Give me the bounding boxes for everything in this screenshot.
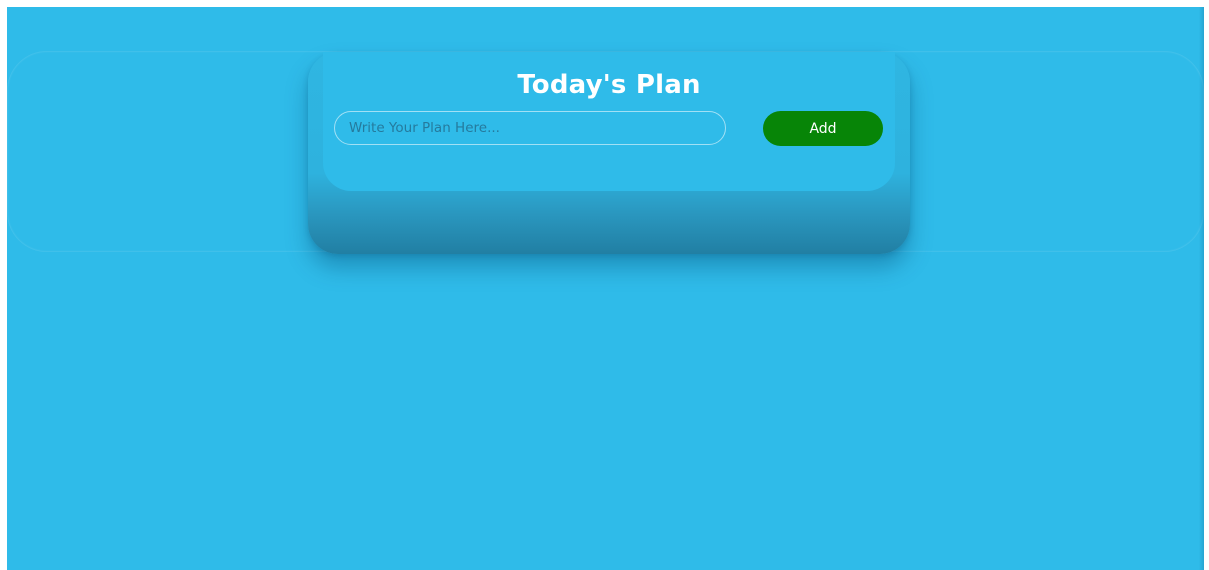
page-title: Today's Plan <box>517 70 701 100</box>
plan-card-panel: Today's Plan Add <box>323 52 895 191</box>
app-viewport: Today's Plan Add <box>7 7 1204 570</box>
scrollbar-edge <box>1199 7 1204 570</box>
plan-card: Today's Plan Add <box>308 52 910 254</box>
add-button[interactable]: Add <box>763 111 883 146</box>
plan-input[interactable] <box>334 111 726 145</box>
